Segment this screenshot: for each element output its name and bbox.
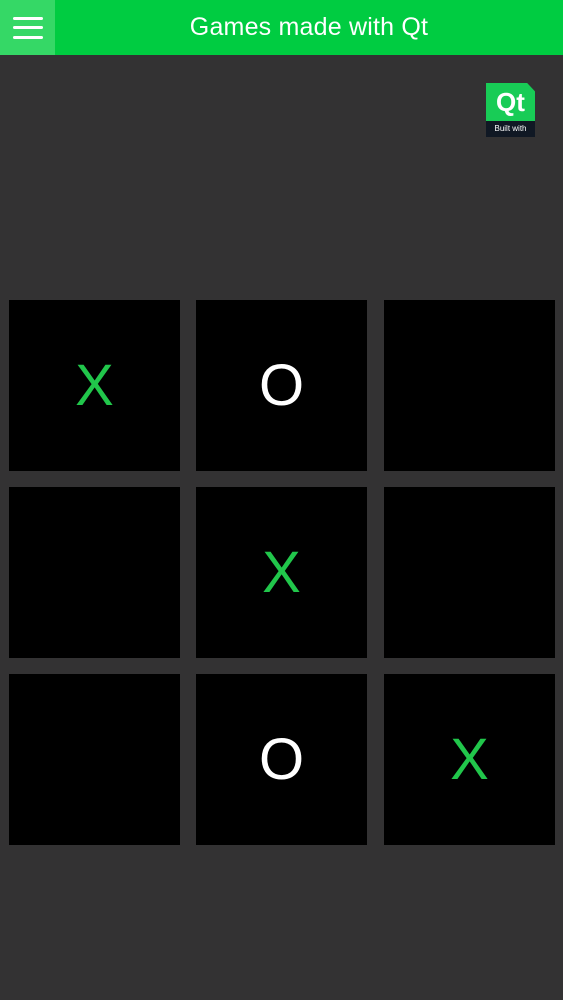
hamburger-menu-icon [12,16,43,39]
menu-button[interactable] [0,0,55,55]
app-header: Games made with Qt [0,0,563,55]
board-cell-3[interactable] [384,300,555,471]
board-cell-8[interactable]: O [196,674,367,845]
board-cell-5[interactable]: X [196,487,367,658]
built-with-qt-badge: Qt Built with [486,83,535,137]
board-cell-9[interactable]: X [384,674,555,845]
qt-logo-text: Qt [486,83,535,121]
page-title: Games made with Qt [189,13,429,41]
board-cell-6[interactable] [384,487,555,658]
cell-mark: X [450,726,489,792]
cell-mark: O [258,726,305,792]
cell-mark: X [262,539,301,605]
board-cell-7[interactable] [9,674,180,845]
cell-mark: X [75,352,114,418]
board-cell-2[interactable]: O [196,300,367,471]
built-with-caption: Built with [486,121,535,137]
app-window: Games made with Qt Qt Built with X O X O… [0,0,563,1000]
tic-tac-toe-board: X O X O X [9,300,555,845]
board-cell-1[interactable]: X [9,300,180,471]
cell-mark: O [258,352,305,418]
board-cell-4[interactable] [9,487,180,658]
